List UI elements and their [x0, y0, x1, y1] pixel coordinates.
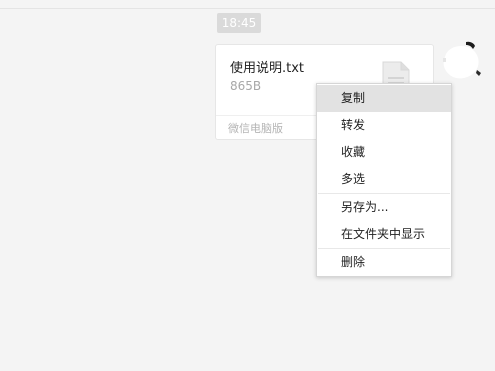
delete-menu-item[interactable]: 删除 [317, 249, 451, 276]
chat-window: 18:45 使用说明.txt 865B 微信电脑版 复制 转发 收藏 多选 另存为...… [0, 0, 495, 371]
show-in-folder-menu-item[interactable]: 在文件夹中显示 [317, 221, 451, 248]
message-source-label: 微信电脑版 [228, 122, 283, 135]
copy-menu-item[interactable]: 复制 [317, 85, 451, 112]
file-size: 865B [230, 79, 262, 93]
user-avatar-icon[interactable] [440, 40, 482, 82]
multi-select-menu-item[interactable]: 多选 [317, 166, 451, 193]
top-divider [0, 8, 495, 9]
file-name: 使用说明.txt [230, 61, 305, 76]
forward-menu-item[interactable]: 转发 [317, 112, 451, 139]
save-as-menu-item[interactable]: 另存为... [317, 194, 451, 221]
context-menu: 复制 转发 收藏 多选 另存为... 在文件夹中显示 删除 [316, 83, 452, 277]
favorite-menu-item[interactable]: 收藏 [317, 139, 451, 166]
message-timestamp: 18:45 [217, 13, 261, 33]
